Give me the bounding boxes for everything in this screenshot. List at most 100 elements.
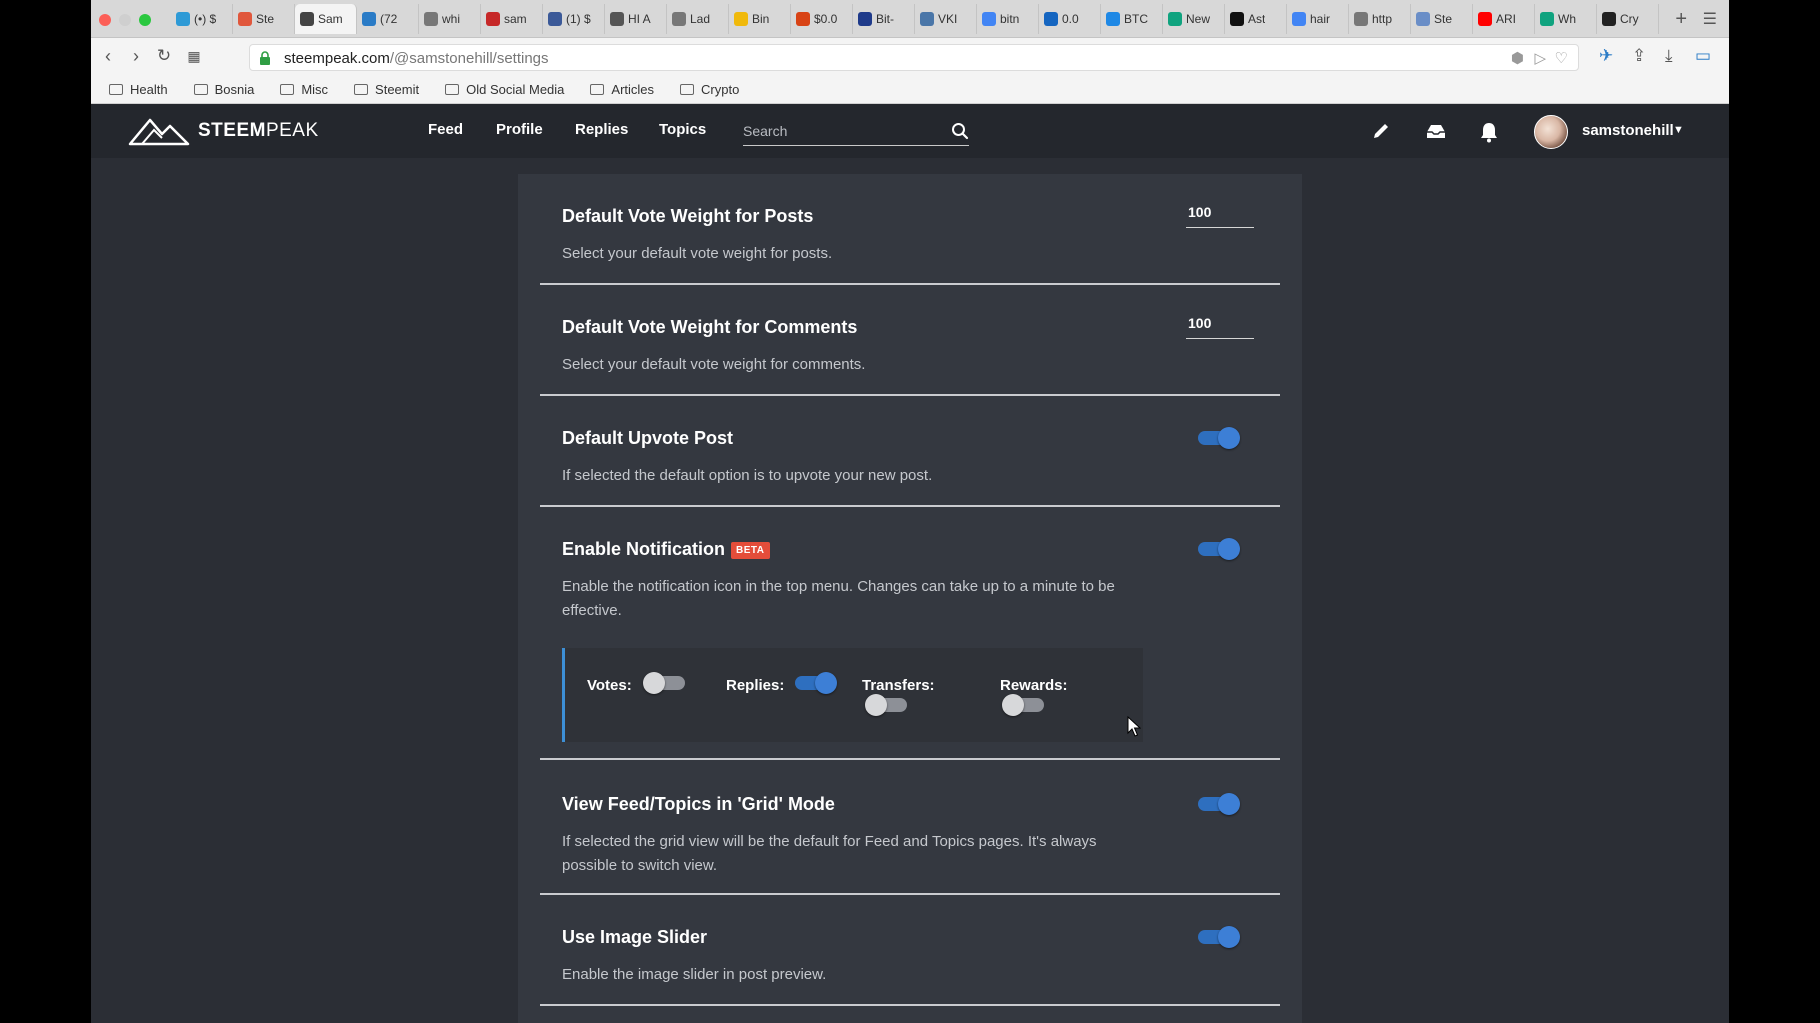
browser-tab[interactable]: Bit- (853, 4, 915, 34)
tab-title: (1) $ (566, 12, 591, 26)
new-tab-icon[interactable]: + (1675, 8, 1687, 31)
search-box (743, 118, 969, 146)
search-icon[interactable] (951, 122, 969, 140)
logo-text-light: PEAK (265, 120, 319, 141)
toggle-knob (1218, 538, 1240, 560)
transfers-toggle[interactable] (865, 694, 909, 716)
rewards-toggle[interactable] (1002, 694, 1046, 716)
steempeak-logo[interactable]: STEEMPEAK (128, 116, 319, 146)
browser-tab[interactable]: BTC (1101, 4, 1163, 34)
browser-tab[interactable]: Wh (1535, 4, 1597, 34)
browser-tab[interactable]: (•) $ (171, 4, 233, 34)
address-bar[interactable]: steempeak.com/@samstonehill/settings ⬢ ▷… (249, 44, 1579, 71)
browser-tab[interactable]: http (1349, 4, 1411, 34)
tab-title: BTC (1124, 12, 1148, 26)
browser-tab[interactable]: bitn (977, 4, 1039, 34)
setting-title: Enable Notification BETA (562, 539, 770, 560)
zoom-window-button[interactable] (139, 14, 151, 26)
browser-tab[interactable]: Ast (1225, 4, 1287, 34)
bookmark-item[interactable]: Steemit (354, 82, 419, 97)
browser-tab[interactable]: hair (1287, 4, 1349, 34)
nav-profile[interactable]: Profile (496, 121, 543, 138)
bookmark-item[interactable]: Crypto (680, 82, 739, 97)
tab-favicon-icon (920, 12, 934, 26)
browser-tab[interactable]: Cry (1597, 4, 1659, 34)
tab-favicon-icon (858, 12, 872, 26)
enable-notification-toggle[interactable] (1196, 538, 1240, 560)
bell-icon[interactable] (1479, 121, 1499, 143)
extension-icon[interactable]: ⬢ (1511, 49, 1524, 67)
bookmark-item[interactable]: Old Social Media (445, 82, 564, 97)
grid-view-icon[interactable]: ▦ (183, 48, 205, 65)
grid-mode-toggle[interactable] (1196, 793, 1240, 815)
close-window-button[interactable] (99, 14, 111, 26)
default-upvote-toggle[interactable] (1196, 427, 1240, 449)
browser-tab[interactable]: Sam (295, 4, 357, 34)
tab-favicon-icon (796, 12, 810, 26)
forward-icon[interactable]: › (125, 46, 147, 67)
replies-toggle[interactable] (793, 672, 837, 694)
nav-feed[interactable]: Feed (428, 121, 463, 138)
browser-tab[interactable]: (1) $ (543, 4, 605, 34)
transfers-label: Transfers: (862, 677, 935, 694)
image-slider-toggle[interactable] (1196, 926, 1240, 948)
tab-strip: (•) $ Ste Sam (72 whi sam (1) $ HI A Lad Bin $0.0 B… (91, 0, 1729, 38)
bookmark-item[interactable]: Health (109, 82, 168, 97)
tab-favicon-icon (1416, 12, 1430, 26)
battery-icon[interactable]: ▭ (1695, 46, 1711, 66)
vote-weight-posts-input[interactable]: 100 (1186, 202, 1254, 228)
share-icon[interactable]: ⇪ (1632, 46, 1646, 66)
browser-tab[interactable]: whi (419, 4, 481, 34)
browser-tab[interactable]: sam (481, 4, 543, 34)
toggle-knob (865, 694, 887, 716)
tab-favicon-icon (672, 12, 686, 26)
play-icon[interactable]: ▷ (1534, 49, 1546, 67)
heart-icon[interactable]: ♡ (1555, 49, 1568, 67)
tab-list-icon[interactable]: ☰ (1703, 9, 1717, 29)
bookmark-label: Misc (301, 82, 329, 97)
username[interactable]: samstonehill (1582, 122, 1674, 139)
browser-tab[interactable]: (72 (357, 4, 419, 34)
flight-icon[interactable]: ✈ (1599, 46, 1613, 66)
browser-tab[interactable]: 0.0 (1039, 4, 1101, 34)
browser-tab[interactable]: Ste (1411, 4, 1473, 34)
logo-text-bold: STEEM (198, 120, 266, 141)
tab-title: Cry (1620, 12, 1639, 26)
folder-icon (109, 84, 123, 95)
tab-title: http (1372, 12, 1393, 26)
nav-topics[interactable]: Topics (659, 121, 706, 138)
setting-description: Enable the image slider in post preview. (562, 966, 827, 983)
notification-types-box: Votes: Replies: Transfers: Rewards: (562, 648, 1143, 742)
bookmark-item[interactable]: Misc (280, 82, 328, 97)
browser-tab[interactable]: ARI (1473, 4, 1535, 34)
search-input[interactable] (743, 118, 933, 144)
bookmark-item[interactable]: Bosnia (193, 82, 254, 97)
votes-toggle[interactable] (643, 672, 687, 694)
browser-tab[interactable]: New (1163, 4, 1225, 34)
tab-favicon-icon (176, 12, 190, 26)
folder-icon (354, 84, 369, 95)
tab-title: whi (442, 12, 461, 26)
beta-badge: BETA (731, 542, 770, 559)
avatar[interactable] (1534, 115, 1568, 149)
download-icon[interactable]: ⤓ (1665, 46, 1673, 66)
browser-tab[interactable]: Lad (667, 4, 729, 34)
browser-tab[interactable]: VKI (915, 4, 977, 34)
nav-replies[interactable]: Replies (575, 121, 628, 138)
back-icon[interactable]: ‹ (97, 46, 119, 67)
tab-favicon-icon (1354, 12, 1368, 26)
browser-tab[interactable]: Bin (729, 4, 791, 34)
reload-icon[interactable]: ↻ (153, 46, 175, 66)
browser-tab[interactable]: $0.0 (791, 4, 853, 34)
tab-title: Ste (256, 12, 275, 26)
browser-tab[interactable]: HI A (605, 4, 667, 34)
browser-tabs: (•) $ Ste Sam (72 whi sam (1) $ HI A Lad Bin $0.0 B… (171, 4, 1659, 34)
pencil-icon[interactable] (1371, 121, 1391, 141)
minimize-window-button[interactable] (119, 14, 131, 26)
browser-tab[interactable]: Ste (233, 4, 295, 34)
tab-favicon-icon (1044, 12, 1058, 26)
bookmark-item[interactable]: Articles (590, 82, 654, 97)
chevron-down-icon[interactable]: ▼ (1673, 124, 1684, 136)
inbox-icon[interactable] (1425, 121, 1447, 141)
vote-weight-comments-input[interactable]: 100 (1186, 313, 1254, 339)
